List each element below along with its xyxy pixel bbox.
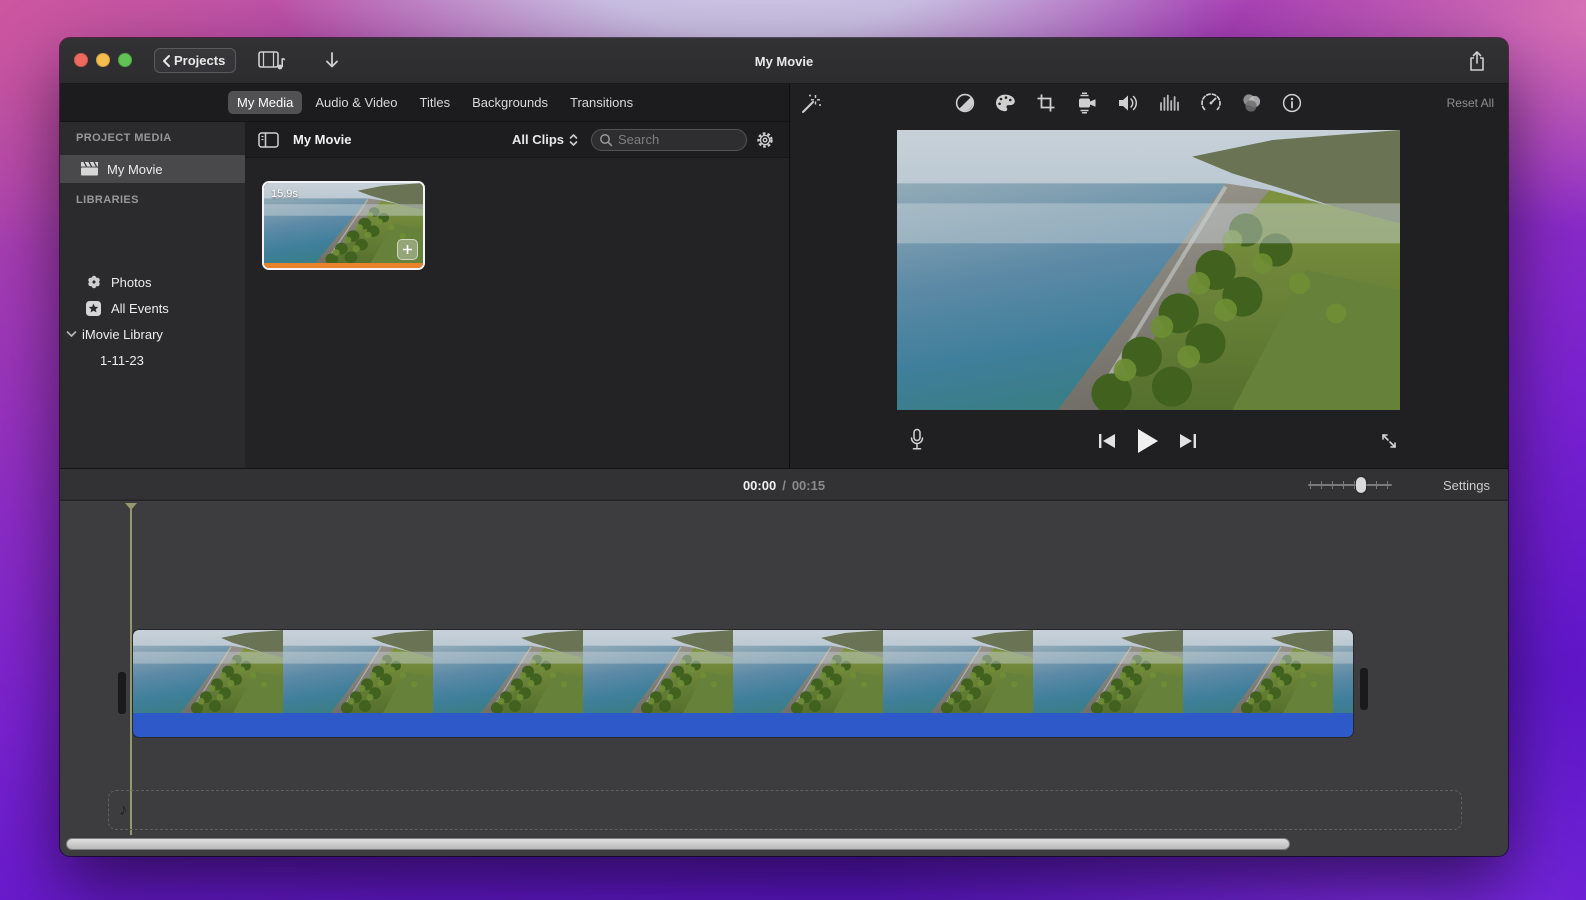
timeline-horizontal-scrollbar[interactable] xyxy=(66,838,1290,850)
adjustments-toolbar: Reset All xyxy=(791,84,1508,122)
share-icon[interactable] xyxy=(1468,50,1486,72)
clip-filter-value: All Clips xyxy=(511,132,564,147)
skip-forward-icon[interactable] xyxy=(1179,433,1197,449)
timeline-zoom-slider[interactable] xyxy=(1308,477,1392,493)
fullscreen-icon[interactable] xyxy=(1379,431,1399,451)
media-pane: My Movie All Clips Search 15.9s xyxy=(245,122,789,468)
zoom-window-button[interactable] xyxy=(118,53,132,67)
clapperboard-icon xyxy=(81,162,98,176)
media-pane-header: My Movie All Clips xyxy=(245,122,789,158)
libraries-header: LIBRARIES xyxy=(76,194,139,206)
noise-eq-icon[interactable] xyxy=(1158,93,1182,113)
sidebar-item-event-1-11-23[interactable]: 1-11-23 xyxy=(60,346,245,374)
volume-icon[interactable] xyxy=(1117,93,1140,113)
clip-filter-circles-icon[interactable] xyxy=(1240,92,1263,114)
clip-used-indicator xyxy=(264,263,423,268)
color-balance-icon[interactable] xyxy=(954,92,976,114)
search-icon xyxy=(600,133,613,146)
viewer-panel: Reset All xyxy=(791,84,1508,468)
clip-trim-handle-left[interactable] xyxy=(118,672,126,714)
add-clip-button[interactable] xyxy=(397,239,418,260)
info-icon[interactable] xyxy=(1281,92,1303,114)
tab-audio-video[interactable]: Audio & Video xyxy=(306,91,406,114)
reset-all-button[interactable]: Reset All xyxy=(1447,84,1494,122)
sidebar-item-label: iMovie Library xyxy=(82,326,163,342)
background-music-well[interactable]: ♪ xyxy=(108,790,1462,830)
skip-back-icon[interactable] xyxy=(1098,433,1116,449)
search-field xyxy=(591,128,747,151)
filmstrip xyxy=(133,630,1353,713)
photos-icon xyxy=(85,274,102,290)
close-window-button[interactable] xyxy=(74,53,88,67)
voiceover-mic-icon[interactable] xyxy=(909,428,925,453)
project-media-header: PROJECT MEDIA xyxy=(76,132,172,144)
zoom-slider-thumb[interactable] xyxy=(1356,477,1366,493)
stabilization-icon[interactable] xyxy=(1075,92,1099,114)
browser-panel: My Media Audio & Video Titles Background… xyxy=(60,84,790,468)
minimize-window-button[interactable] xyxy=(96,53,110,67)
media-clip-thumbnail[interactable]: 15.9s xyxy=(262,181,425,270)
tab-my-media[interactable]: My Media xyxy=(228,91,303,114)
magic-wand-icon[interactable] xyxy=(799,92,823,116)
timeline-clip[interactable] xyxy=(133,630,1353,737)
main-area: My Media Audio & Video Titles Background… xyxy=(60,84,1508,468)
playhead-line[interactable] xyxy=(130,505,132,835)
chevron-left-icon xyxy=(163,54,170,67)
clip-audio-waveform-bar[interactable] xyxy=(133,713,1353,737)
import-media-icon[interactable] xyxy=(323,52,341,70)
media-browser-icon[interactable] xyxy=(258,50,286,72)
projects-back-label: Projects xyxy=(174,53,226,68)
search-input[interactable] xyxy=(591,128,747,151)
color-correction-palette-icon[interactable] xyxy=(994,92,1017,114)
media-pane-title: My Movie xyxy=(293,132,352,147)
sidebar-item-label: Photos xyxy=(111,274,152,290)
clip-settings-gear-icon[interactable] xyxy=(755,130,775,150)
video-preview[interactable] xyxy=(897,130,1400,410)
zoom-slider-track xyxy=(1308,484,1392,486)
sidebar-item-label: My Movie xyxy=(107,161,163,177)
music-note-icon: ♪ xyxy=(119,800,128,819)
sidebar-item-photos[interactable]: Photos xyxy=(60,268,245,296)
tab-backgrounds[interactable]: Backgrounds xyxy=(463,91,557,114)
crop-icon[interactable] xyxy=(1035,92,1057,114)
clip-filter-dropdown[interactable]: All Clips xyxy=(512,132,579,147)
sidebar-item-my-movie[interactable]: My Movie xyxy=(60,155,245,183)
sidebar-item-imovie-library[interactable]: iMovie Library xyxy=(60,320,245,348)
clip-trim-handle-right[interactable] xyxy=(1360,668,1368,710)
sidebar-item-all-events[interactable]: All Events xyxy=(60,294,245,322)
total-time: 00:15 xyxy=(791,477,826,493)
titlebar: Projects My Movie xyxy=(60,38,1508,84)
timeline: ♪ xyxy=(60,501,1508,856)
star-badge-icon xyxy=(85,300,102,316)
imovie-window: Projects My Movie My Media Audio & Video… xyxy=(60,38,1508,856)
preview-frame-image xyxy=(897,130,1400,410)
time-display: 00:00 / 00:15 xyxy=(60,469,1508,501)
clip-duration-label: 15.9s xyxy=(271,188,298,200)
tab-titles[interactable]: Titles xyxy=(411,91,460,114)
tab-transitions[interactable]: Transitions xyxy=(561,91,642,114)
sidebar-item-label: 1-11-23 xyxy=(100,352,144,368)
timeline-header: 00:00 / 00:15 Settings xyxy=(60,468,1508,500)
media-tabbar: My Media Audio & Video Titles Background… xyxy=(60,84,789,122)
current-time: 00:00 xyxy=(742,477,777,493)
time-separator: / xyxy=(782,477,786,493)
sidebar-toggle-icon[interactable] xyxy=(258,131,279,148)
timeline-settings-button[interactable]: Settings xyxy=(1443,469,1490,501)
play-button-icon[interactable] xyxy=(1137,428,1159,454)
projects-back-button[interactable]: Projects xyxy=(154,48,237,73)
chevron-down-icon xyxy=(66,331,77,337)
playback-controls xyxy=(791,424,1508,458)
library-sidebar: PROJECT MEDIA My Movie LIBRARIES Photos … xyxy=(60,122,245,468)
plus-icon xyxy=(403,245,412,254)
speed-icon[interactable] xyxy=(1200,92,1222,114)
updown-chevrons-icon xyxy=(569,133,578,146)
sidebar-item-label: All Events xyxy=(111,300,169,316)
